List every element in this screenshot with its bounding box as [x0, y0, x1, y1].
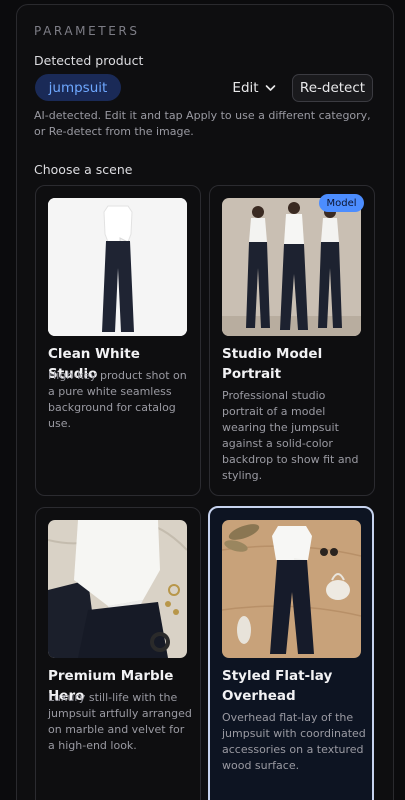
- scene-thumbnail: [48, 520, 187, 658]
- scene-description: Luxury still-life with the jumpsuit artf…: [48, 691, 192, 752]
- scene-title: Styled Flat-lay Overhead: [222, 668, 333, 704]
- edit-dropdown-button[interactable]: Edit: [225, 74, 283, 102]
- product-category-chip[interactable]: jumpsuit: [35, 74, 121, 101]
- helper-text: AI-detected. Edit it and tap Apply to us…: [34, 109, 371, 138]
- scene-card-clean-white-studio[interactable]: Clean White Studio High-key product shot…: [35, 185, 201, 496]
- model-badge: Model: [319, 194, 364, 212]
- scene-thumbnail: [48, 198, 187, 336]
- edit-label: Edit: [232, 80, 259, 96]
- scene-card-studio-model-portrait[interactable]: Studio Model Portrait Professional studi…: [209, 185, 375, 496]
- section-title: PARAMETERS: [34, 24, 140, 38]
- scene-description: Overhead flat-lay of the jumpsuit with c…: [222, 711, 366, 772]
- detected-product-label: Detected product: [34, 53, 144, 68]
- scene-thumbnail: [222, 520, 361, 658]
- scene-card-premium-marble-hero[interactable]: Premium Marble Hero Luxury still-life wi…: [35, 507, 201, 800]
- choose-scene-label: Choose a scene: [34, 162, 133, 177]
- scene-title: Studio Model Portrait: [222, 346, 323, 382]
- scene-description: Professional studio portrait of a model …: [222, 389, 359, 482]
- scene-thumbnail: [222, 198, 361, 336]
- scene-card-styled-flat-lay-overhead[interactable]: Styled Flat-lay Overhead Overhead flat-l…: [208, 506, 374, 800]
- chevron-down-icon: [265, 80, 276, 96]
- redetect-button[interactable]: Re-detect: [292, 74, 373, 102]
- scene-description: High-key product shot on a pure white se…: [48, 369, 187, 430]
